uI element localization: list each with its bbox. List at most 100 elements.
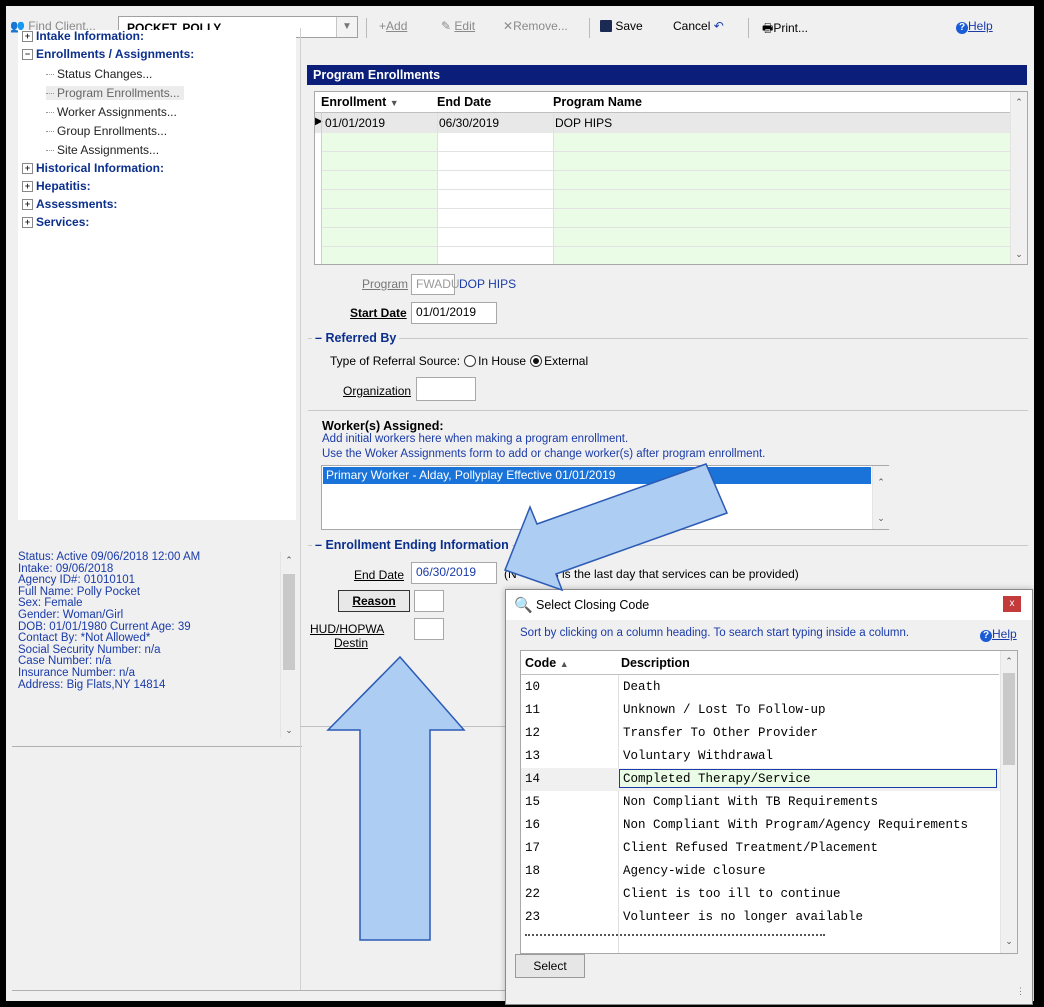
scroll-down-icon[interactable]: ⌄	[1001, 933, 1017, 949]
toolbar-separator	[748, 18, 749, 38]
edit-button[interactable]: ✎ Edit	[441, 19, 475, 33]
workers-note-1: Add initial workers here when making a p…	[322, 433, 629, 445]
help-icon: ?	[956, 22, 968, 34]
expand-icon[interactable]: +	[22, 217, 33, 228]
info-address: Address: Big Flats,NY 14814	[18, 678, 166, 691]
reason-button[interactable]: Reason	[338, 590, 410, 612]
navigation-tree: + Intake Information: − Enrollments / Assi…	[18, 29, 296, 520]
remove-label: Remove...	[513, 19, 568, 33]
save-label: Save	[615, 19, 643, 33]
program-name-text: DOP HIPS	[459, 277, 517, 291]
save-button[interactable]: Save	[600, 19, 643, 33]
tree-node-historical[interactable]: + Historical Information:	[22, 161, 164, 175]
tree-node-label: Hepatitis:	[36, 179, 91, 193]
column-header-code[interactable]: Code ▲	[525, 653, 569, 673]
start-date-label: Start Date	[350, 306, 407, 320]
expand-icon[interactable]: +	[22, 199, 33, 210]
description-cell: Transfer To Other Provider	[623, 726, 819, 740]
tree-item-site-assignments[interactable]: Site Assignments...	[46, 143, 159, 157]
expand-icon[interactable]: +	[22, 163, 33, 174]
scroll-up-icon[interactable]: ⌃	[281, 552, 297, 568]
tree-item-worker-assignments[interactable]: Worker Assignments...	[46, 105, 177, 119]
grid-scrollbar[interactable]: ⌃ ⌄	[1010, 92, 1027, 264]
end-date-field[interactable]: 06/30/2019	[411, 562, 497, 584]
expand-icon[interactable]: +	[22, 31, 33, 42]
pane-splitter[interactable]	[300, 28, 301, 990]
workers-note-2: Use the Woker Assignments form to add or…	[322, 448, 766, 460]
list-item[interactable]: Primary Worker - Alday, Pollyplay Effect…	[323, 467, 871, 484]
close-icon[interactable]: x	[1003, 596, 1021, 612]
remove-button[interactable]: ✕Remove...	[503, 19, 568, 33]
scroll-up-icon[interactable]: ⌃	[1011, 94, 1027, 110]
help-label: Help	[968, 19, 993, 33]
column-header-description[interactable]: Description	[621, 653, 690, 673]
start-date-field[interactable]: 01/01/2019	[411, 302, 497, 324]
program-enrollments-header: Program Enrollments	[307, 65, 1027, 85]
chevron-down-icon[interactable]: ▼	[336, 17, 357, 37]
radio-external[interactable]	[530, 355, 543, 367]
toolbar-separator	[589, 18, 590, 38]
print-button[interactable]: 🖶Print...	[762, 19, 808, 40]
add-button[interactable]: +Add	[379, 19, 407, 33]
hud-destination-field[interactable]	[414, 618, 444, 640]
tree-item-status-changes[interactable]: Status Changes...	[46, 67, 152, 81]
description-cell: Client Refused Treatment/Placement	[623, 841, 879, 855]
tree-node-label: Intake Information:	[36, 29, 145, 43]
divider	[12, 746, 302, 747]
dialog-help-button[interactable]: ? Help	[980, 627, 1017, 642]
select-button[interactable]: Select	[515, 954, 585, 978]
help-button[interactable]: ? Help	[956, 19, 993, 34]
program-code-field[interactable]: FWADU	[411, 274, 460, 295]
cancel-button[interactable]: Cancel ↶	[673, 19, 724, 33]
column-header-label: Code	[525, 656, 557, 670]
tree-item-label: Program Enrollments...	[57, 86, 180, 100]
referral-source-label: Type of Referral Source:	[330, 354, 461, 368]
organization-field[interactable]	[416, 377, 476, 401]
scroll-up-icon[interactable]: ⌃	[1001, 653, 1017, 669]
column-header-program-name[interactable]: Program Name	[553, 92, 642, 112]
reason-field[interactable]	[414, 590, 444, 612]
tree-item-program-enrollments[interactable]: Program Enrollments...	[46, 86, 184, 100]
tree-node-services[interactable]: + Services:	[22, 215, 89, 229]
description-cell: Client is too ill to continue	[623, 887, 841, 901]
column-header-end-date[interactable]: End Date	[437, 92, 491, 112]
description-cell: Non Compliant With Program/Agency Requir…	[623, 818, 969, 832]
expand-icon[interactable]: +	[22, 181, 33, 192]
column-header-enrollment[interactable]: Enrollment ▼	[321, 92, 399, 112]
sort-desc-icon: ▼	[389, 98, 399, 108]
tree-node-label: Historical Information:	[36, 161, 165, 175]
list-item-selected[interactable]: 14 Completed Therapy/Service	[521, 768, 1001, 791]
tree-node-hepatitis[interactable]: + Hepatitis:	[22, 179, 91, 193]
tree-item-group-enrollments[interactable]: Group Enrollments...	[46, 124, 167, 138]
floppy-disk-icon	[600, 20, 612, 32]
destination-label: Destin	[334, 636, 369, 650]
workers-scrollbar[interactable]: ⌃ ⌄	[872, 466, 889, 529]
info-scrollbar[interactable]: ⌃ ⌄	[280, 552, 297, 738]
scroll-up-icon[interactable]: ⌃	[873, 474, 889, 490]
code-cell: 15	[525, 795, 541, 809]
hud-hopwa-label: HUD/HOPWA	[310, 622, 385, 636]
scroll-down-icon[interactable]: ⌄	[873, 510, 889, 526]
description-cell: Unknown / Lost To Follow-up	[623, 703, 826, 717]
scroll-down-icon[interactable]: ⌄	[281, 722, 297, 738]
scroll-thumb[interactable]	[283, 574, 295, 670]
column-header-label: Enrollment	[321, 95, 387, 109]
edit-label: Edit	[454, 19, 476, 33]
collapse-icon[interactable]: −	[22, 49, 33, 60]
tree-node-label: Enrollments / Assignments:	[36, 47, 195, 61]
resize-grip-icon[interactable]: ⋮	[1016, 986, 1025, 997]
code-list-scrollbar[interactable]: ⌃ ⌄	[1000, 651, 1017, 953]
description-cell: Completed Therapy/Service	[619, 769, 997, 788]
table-row[interactable]: ▶ 01/01/2019 06/30/2019 DOP HIPS	[315, 113, 1010, 133]
scroll-thumb[interactable]	[1003, 673, 1015, 765]
plus-icon: +	[379, 19, 387, 33]
radio-in-house[interactable]	[464, 355, 477, 367]
divider	[308, 410, 1028, 411]
tree-node-assessments[interactable]: + Assessments:	[22, 197, 117, 211]
tree-node-enrollments[interactable]: − Enrollments / Assignments:	[22, 47, 194, 61]
cell-enrollment: 01/01/2019	[325, 116, 386, 130]
scroll-down-icon[interactable]: ⌄	[1011, 246, 1027, 262]
tree-node-intake[interactable]: + Intake Information:	[22, 29, 144, 43]
code-cell: 13	[525, 749, 541, 763]
closing-code-list: Code ▲ Description 10 Death 11 Unknown / L…	[520, 650, 1018, 954]
